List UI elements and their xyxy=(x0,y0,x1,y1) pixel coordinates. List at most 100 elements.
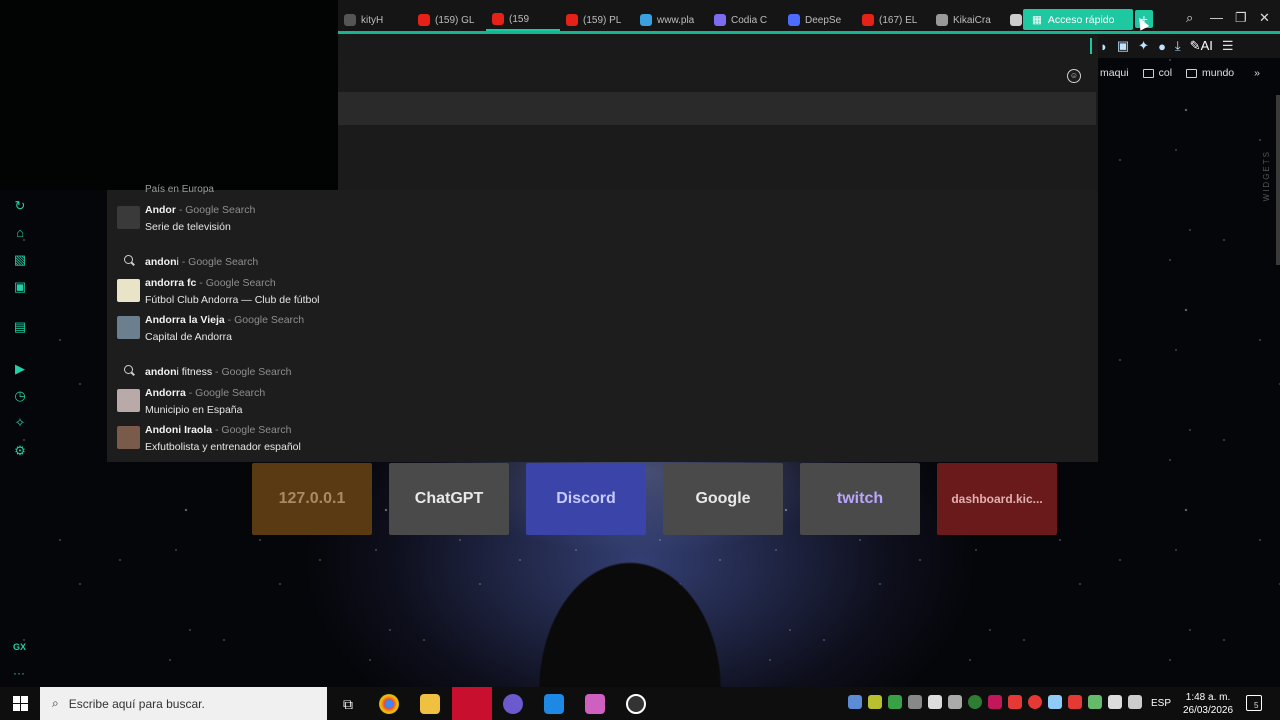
suggestion-row[interactable]: andoni fitness - Google Search xyxy=(117,364,292,381)
translate-icon[interactable]: ▣ xyxy=(1117,38,1129,54)
browser-tab[interactable]: kityH xyxy=(338,9,412,31)
widgets-label[interactable]: WIDGETS xyxy=(1262,150,1271,201)
suggestion-row[interactable]: andoni - Google Search xyxy=(117,254,258,271)
maximize-icon[interactable]: ❐ xyxy=(1235,10,1247,26)
suggestion-thumbnail xyxy=(117,206,140,229)
notifications-button[interactable]: 5 xyxy=(1246,695,1262,711)
search-field[interactable] xyxy=(338,92,1096,125)
aria-icon[interactable]: ⌂ xyxy=(12,225,28,241)
grid-icon: ▦ xyxy=(1032,13,1042,26)
tray-icon[interactable] xyxy=(868,695,882,709)
suggestion-query: Andorra la Vieja xyxy=(145,314,225,326)
suggestion-row[interactable]: Andoni Iraola - Google Search Exfutbolist… xyxy=(117,422,301,456)
tab-label: DeepSe xyxy=(805,14,842,26)
search-tabs-icon[interactable]: ⌕ xyxy=(1186,10,1193,26)
task-view-icon[interactable]: ⧉ xyxy=(338,694,358,714)
tray-icon[interactable] xyxy=(1068,695,1082,709)
toolbar: ◗ ▣ ✦ ● ⤓ ✎AI ☰ xyxy=(1100,38,1234,54)
speed-dial-tile[interactable]: dashboard.kic... xyxy=(937,463,1057,535)
tray-icon[interactable] xyxy=(1008,695,1022,709)
tray-icon[interactable] xyxy=(908,695,922,709)
tray-icon[interactable] xyxy=(1028,695,1042,709)
suggestion-row[interactable]: Andorra la Vieja - Google Search Capital … xyxy=(117,312,304,346)
tab-favicon-icon xyxy=(640,14,652,26)
file-explorer-icon[interactable] xyxy=(420,694,440,714)
wallet-icon[interactable]: ▧ xyxy=(12,252,28,268)
language-indicator[interactable]: ESP xyxy=(1151,698,1171,709)
bookmark-maqui[interactable]: maqui xyxy=(1100,67,1129,79)
download-icon[interactable]: ⤓ xyxy=(1175,38,1181,54)
suggestion-row[interactable]: andorra fc - Google Search Fútbol Club An… xyxy=(117,275,320,309)
browser-tab[interactable]: (159) GL xyxy=(412,9,486,31)
suggestion-text: Andor - Google Search Serie de televisión xyxy=(145,202,255,236)
settings-icon[interactable]: ⚙ xyxy=(12,443,28,459)
tray-icon[interactable] xyxy=(968,695,982,709)
start-button[interactable] xyxy=(0,687,40,720)
browser-tab[interactable]: KikaiCra xyxy=(930,9,1004,31)
tray-icon[interactable] xyxy=(988,695,1002,709)
suggestion-subtitle: Capital de Andorra xyxy=(145,331,232,343)
app-icon[interactable] xyxy=(585,694,605,714)
tray-icon[interactable] xyxy=(1088,695,1102,709)
nvidia-icon[interactable] xyxy=(888,695,902,709)
gx-control-label[interactable]: GX xyxy=(13,642,26,652)
ai-button[interactable]: ✎AI xyxy=(1190,38,1213,54)
speed-dial-tile[interactable]: Discord xyxy=(526,463,646,535)
browser-tab[interactable]: (159 xyxy=(486,9,560,31)
tab-favicon-icon xyxy=(418,14,430,26)
profile-icon[interactable]: ● xyxy=(1158,39,1166,54)
speed-dial-tile[interactable]: Google xyxy=(663,463,783,535)
vscode-icon[interactable] xyxy=(544,694,564,714)
suggestion-subtitle: Municipio en España xyxy=(145,404,243,416)
address-bar-caret xyxy=(1090,38,1092,54)
emoji-icon[interactable]: ☺ xyxy=(1067,69,1081,83)
extensions-puzzle-icon[interactable]: ✧ xyxy=(12,415,28,431)
tray-icon[interactable] xyxy=(848,695,862,709)
overlay-panel xyxy=(0,0,338,190)
speed-dial-tile[interactable]: ChatGPT xyxy=(389,463,509,535)
browser-tab[interactable]: DeepSe xyxy=(782,9,856,31)
suggestion-source: - Google Search xyxy=(178,256,259,268)
messenger-icon[interactable]: ▣ xyxy=(12,279,28,295)
quick-access-tab[interactable]: ▦ Acceso rápido xyxy=(1023,9,1133,30)
close-icon[interactable]: ✕ xyxy=(1259,10,1270,26)
extensions-icon[interactable]: ✦ xyxy=(1138,38,1149,54)
refresh-icon[interactable]: ↻ xyxy=(12,198,28,214)
browser-tab[interactable]: www.pla xyxy=(634,9,708,31)
speed-dial-tile[interactable]: 127.0.0.1 xyxy=(252,463,372,535)
suggestion-row[interactable]: Andorra - Google Search Municipio en Espa… xyxy=(117,385,265,419)
minimize-icon[interactable]: — xyxy=(1210,10,1223,25)
suggestion-thumbnail xyxy=(117,426,140,449)
more-icon[interactable]: ··· xyxy=(13,666,25,680)
obs-icon[interactable] xyxy=(626,694,646,714)
menu-icon[interactable]: ☰ xyxy=(1222,38,1234,54)
opera-gx-icon[interactable] xyxy=(452,687,492,720)
browser-tab[interactable]: Codia C xyxy=(708,9,782,31)
player-icon[interactable]: ▶ xyxy=(12,361,28,377)
audio-icon[interactable]: ◗ xyxy=(1100,39,1108,54)
steam-icon[interactable] xyxy=(1048,695,1062,709)
volume-icon[interactable] xyxy=(1108,695,1122,709)
network-icon[interactable] xyxy=(1128,695,1142,709)
windows-logo-icon xyxy=(12,696,28,711)
address-bar[interactable] xyxy=(338,34,1098,58)
suggestion-text: Andorra la Vieja - Google Search Capital … xyxy=(145,312,304,346)
bookmarks-more-button[interactable]: » xyxy=(1254,67,1260,79)
history-icon[interactable]: ◷ xyxy=(12,388,28,404)
windows-taskbar: ⌕ Escribe aquí para buscar. ⧉ ESP 1:48 a… xyxy=(0,687,1280,720)
twitch-icon[interactable]: ▤ xyxy=(12,319,28,335)
bookmark-folder-mundo[interactable]: mundo xyxy=(1186,67,1234,79)
browser-tab[interactable]: (159) PL xyxy=(560,9,634,31)
chrome-icon[interactable] xyxy=(379,694,399,714)
tray-icon[interactable] xyxy=(948,695,962,709)
discord-app-icon[interactable] xyxy=(503,694,523,714)
scrollbar[interactable] xyxy=(1276,95,1280,265)
suggestion-row[interactable]: Andor - Google Search Serie de televisión xyxy=(117,202,255,236)
speed-dial-tile[interactable]: twitch xyxy=(800,463,920,535)
bookmark-label: col xyxy=(1158,67,1173,79)
clock[interactable]: 1:48 a. m. 26/03/2026 xyxy=(1175,691,1241,717)
bookmark-folder-col[interactable]: col xyxy=(1142,67,1173,79)
browser-tab[interactable]: (167) EL xyxy=(856,9,930,31)
taskbar-search[interactable]: ⌕ Escribe aquí para buscar. xyxy=(40,687,327,720)
microphone-icon[interactable] xyxy=(928,695,942,709)
